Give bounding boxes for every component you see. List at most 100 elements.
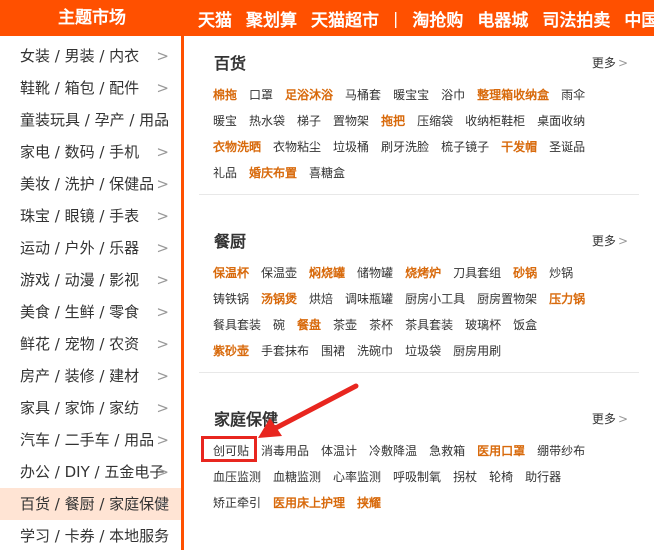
- sidebar-category-item[interactable]: 鞋靴 / 箱包 / 配件 >: [0, 72, 181, 104]
- sidebar-category-item[interactable]: 家电 / 数码 / 手机 >: [0, 136, 181, 168]
- sidebar-category-item[interactable]: 鲜花 / 宠物 / 农资 >: [0, 328, 181, 360]
- sidebar-category-item[interactable]: 家具 / 家饰 / 家纺 >: [0, 392, 181, 424]
- category-link[interactable]: 马桶套: [345, 86, 381, 103]
- category-link[interactable]: 饭盒: [513, 316, 537, 333]
- more-link[interactable]: 更多 >: [592, 410, 628, 427]
- category-link[interactable]: 棉拖: [213, 86, 237, 103]
- top-nav-item[interactable]: 中国: [624, 6, 654, 31]
- category-link[interactable]: 血压监测: [213, 468, 261, 485]
- category-link[interactable]: 衣物洗晒: [213, 138, 261, 155]
- category-link[interactable]: 挟耀: [357, 494, 381, 511]
- category-link[interactable]: 置物架: [333, 112, 369, 129]
- category-link[interactable]: 消毒用品: [261, 442, 309, 459]
- top-nav-item[interactable]: 电器城: [477, 6, 528, 31]
- category-link[interactable]: 焖烧罐: [309, 264, 345, 281]
- category-link[interactable]: 烧烤炉: [405, 264, 441, 281]
- sidebar-category-item[interactable]: 美妆 / 洗护 / 保健品 >: [0, 168, 181, 200]
- sidebar-category-item[interactable]: 办公 / DIY / 五金电子 >: [0, 456, 181, 488]
- sidebar-category-item[interactable]: 美食 / 生鲜 / 零食 >: [0, 296, 181, 328]
- top-nav-item[interactable]: 天猫: [198, 6, 232, 31]
- sidebar-category-item[interactable]: 房产 / 装修 / 建材 >: [0, 360, 181, 392]
- category-link[interactable]: 血糖监测: [273, 468, 321, 485]
- sidebar-category-item[interactable]: 百货 / 餐厨 / 家庭保健 >: [0, 488, 181, 520]
- category-link[interactable]: 刀具套组: [453, 264, 501, 281]
- category-link[interactable]: 餐盘: [297, 316, 321, 333]
- category-link[interactable]: 整理箱收纳盒: [477, 86, 549, 103]
- category-link[interactable]: 铸铁锅: [213, 290, 249, 307]
- category-link[interactable]: 压缩袋: [417, 112, 453, 129]
- category-link[interactable]: 急救箱: [429, 442, 465, 459]
- category-link[interactable]: 保温杯: [213, 264, 249, 281]
- category-link[interactable]: 炒锅: [549, 264, 573, 281]
- category-link[interactable]: 口罩: [249, 86, 273, 103]
- chevron-right-icon: >: [156, 495, 169, 513]
- top-nav-item[interactable]: 天猫超市: [311, 6, 379, 31]
- category-link[interactable]: 浴巾: [441, 86, 465, 103]
- top-nav-item[interactable]: 聚划算: [246, 6, 297, 31]
- category-link[interactable]: 暖宝: [213, 112, 237, 129]
- category-link[interactable]: 碗: [273, 316, 285, 333]
- category-link[interactable]: 梯子: [297, 112, 321, 129]
- category-link[interactable]: 暖宝宝: [393, 86, 429, 103]
- category-link[interactable]: 汤锅煲: [261, 290, 297, 307]
- category-link[interactable]: 厨房用刷: [453, 342, 501, 359]
- category-link[interactable]: 餐具套装: [213, 316, 261, 333]
- category-link[interactable]: 烘焙: [309, 290, 333, 307]
- category-link[interactable]: 矫正牵引: [213, 494, 261, 511]
- category-link[interactable]: 冷敷降温: [369, 442, 417, 459]
- category-link[interactable]: 热水袋: [249, 112, 285, 129]
- category-link[interactable]: 干发帽: [501, 138, 537, 155]
- category-link[interactable]: 厨房置物架: [477, 290, 537, 307]
- category-link[interactable]: 衣物粘尘: [273, 138, 321, 155]
- category-link[interactable]: 压力锅: [549, 290, 585, 307]
- more-link[interactable]: 更多 >: [592, 54, 628, 71]
- sidebar-category-item[interactable]: 汽车 / 二手车 / 用品 >: [0, 424, 181, 456]
- top-nav-item[interactable]: 淘抢购: [412, 6, 463, 31]
- category-link[interactable]: 拖把: [381, 112, 405, 129]
- category-link[interactable]: 拐杖: [453, 468, 477, 485]
- category-link[interactable]: 紫砂壶: [213, 342, 249, 359]
- category-link[interactable]: 助行器: [525, 468, 561, 485]
- sidebar-category-item[interactable]: 珠宝 / 眼镜 / 手表 >: [0, 200, 181, 232]
- category-link[interactable]: 轮椅: [489, 468, 513, 485]
- sidebar-category-item[interactable]: 游戏 / 动漫 / 影视 >: [0, 264, 181, 296]
- more-link[interactable]: 更多 >: [592, 232, 628, 249]
- category-link[interactable]: 刷牙洗脸: [381, 138, 429, 155]
- sidebar-category-item[interactable]: 女装 / 男装 / 内衣 >: [0, 40, 181, 72]
- category-link[interactable]: 雨伞: [561, 86, 585, 103]
- category-link[interactable]: 玻璃杯: [465, 316, 501, 333]
- category-link[interactable]: 茶壶: [333, 316, 357, 333]
- category-link[interactable]: 洗碗巾: [357, 342, 393, 359]
- sidebar-category-item[interactable]: 童装玩具 / 孕产 / 用品 >: [0, 104, 181, 136]
- category-link[interactable]: 垃圾桶: [333, 138, 369, 155]
- category-link[interactable]: 足浴沐浴: [285, 86, 333, 103]
- category-link[interactable]: 调味瓶罐: [345, 290, 393, 307]
- category-link[interactable]: 手套抹布: [261, 342, 309, 359]
- category-link[interactable]: 婚庆布置: [249, 164, 297, 181]
- category-link[interactable]: 储物罐: [357, 264, 393, 281]
- chevron-right-icon: >: [156, 111, 169, 129]
- category-link[interactable]: 茶具套装: [405, 316, 453, 333]
- top-nav-item[interactable]: 司法拍卖: [542, 6, 610, 31]
- category-link[interactable]: 梳子镜子: [441, 138, 489, 155]
- category-link[interactable]: 茶杯: [369, 316, 393, 333]
- category-link[interactable]: 垃圾袋: [405, 342, 441, 359]
- category-link[interactable]: 医用床上护理: [273, 494, 345, 511]
- category-link[interactable]: 圣诞品: [549, 138, 585, 155]
- more-label: 更多: [591, 56, 616, 70]
- category-link[interactable]: 保温壶: [261, 264, 297, 281]
- sidebar-category-item[interactable]: 运动 / 户外 / 乐器 >: [0, 232, 181, 264]
- category-link[interactable]: 心率监测: [333, 468, 381, 485]
- category-link[interactable]: 医用口罩: [477, 442, 525, 459]
- category-link[interactable]: 喜糖盒: [309, 164, 345, 181]
- category-link[interactable]: 呼吸制氧: [393, 468, 441, 485]
- category-link[interactable]: 礼品: [213, 164, 237, 181]
- category-link[interactable]: 砂锅: [513, 264, 537, 281]
- category-link[interactable]: 体温计: [321, 442, 357, 459]
- category-link[interactable]: 桌面收纳: [537, 112, 585, 129]
- sidebar-category-item[interactable]: 学习 / 卡券 / 本地服务 >: [0, 520, 181, 550]
- category-link[interactable]: 厨房小工具: [405, 290, 465, 307]
- category-link[interactable]: 绷带纱布: [537, 442, 585, 459]
- category-link[interactable]: 围裙: [321, 342, 345, 359]
- category-link[interactable]: 收纳柜鞋柜: [465, 112, 525, 129]
